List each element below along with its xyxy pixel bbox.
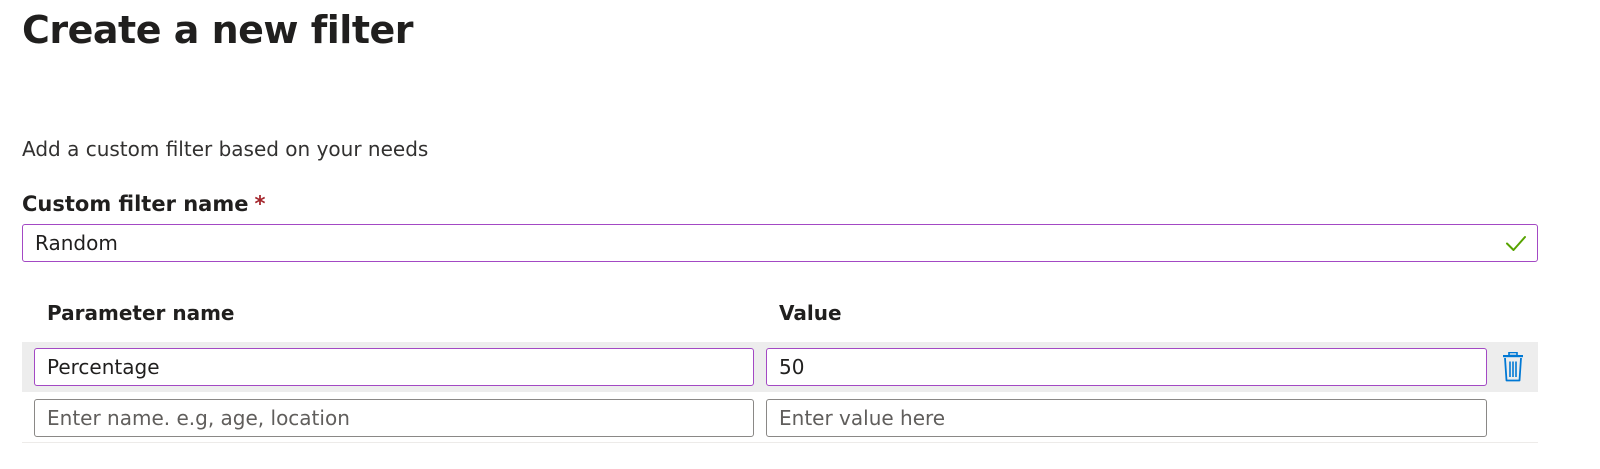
filter-name-label: Custom filter name * xyxy=(22,192,265,216)
parameter-name-input[interactable] xyxy=(34,348,754,386)
trash-icon xyxy=(1503,351,1523,382)
delete-row-button[interactable] xyxy=(1500,351,1526,382)
new-parameter-value-input[interactable] xyxy=(766,399,1487,437)
parameter-value-input[interactable] xyxy=(766,348,1487,386)
filter-name-label-text: Custom filter name xyxy=(22,192,249,216)
checkmark-icon xyxy=(1506,236,1526,251)
new-parameter-name-input[interactable] xyxy=(34,399,754,437)
page-description: Add a custom filter based on your needs xyxy=(22,137,429,161)
page-title: Create a new filter xyxy=(22,8,414,52)
filter-name-input[interactable] xyxy=(22,224,1538,262)
row-divider xyxy=(22,442,1538,443)
required-marker: * xyxy=(254,192,266,216)
column-header-parameter-name: Parameter name xyxy=(47,301,235,325)
column-header-value: Value xyxy=(779,301,842,325)
